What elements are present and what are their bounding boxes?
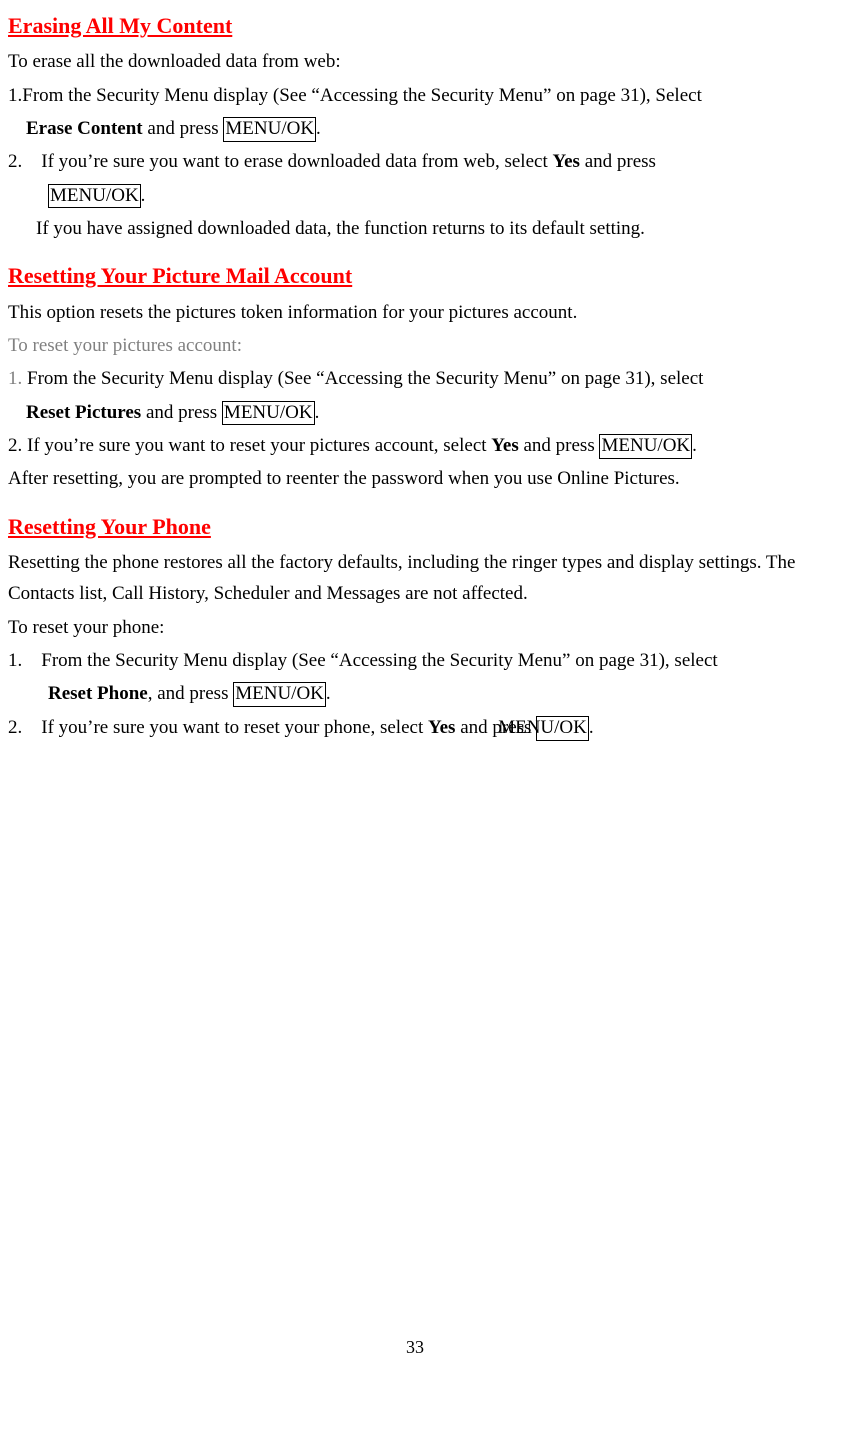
heading-erasing: Erasing All My Content: [8, 8, 822, 44]
s2-step1-c: .: [315, 402, 320, 423]
s2-step1-a: From the Security Menu display (See “Acc…: [27, 368, 703, 389]
s1-step1-c: .: [316, 118, 321, 139]
s3-step2-a: If you’re sure you want to reset your ph…: [41, 717, 428, 738]
s3-step2-c: .: [589, 717, 594, 738]
yes-bold: Yes: [491, 435, 518, 456]
s1-intro: To erase all the downloaded data from we…: [8, 46, 822, 77]
s2-step2-b: and press: [519, 435, 600, 456]
menu-ok-box: MENU/OK: [536, 716, 589, 741]
menu-ok-box: MENU/OK: [599, 434, 692, 459]
heading-reset-phone: Resetting Your Phone: [8, 509, 822, 545]
s3-step1-b: , and press: [148, 683, 233, 704]
s3-step2: 2. If you’re sure you want to reset your…: [8, 712, 822, 743]
s3-sub: To reset your phone:: [8, 612, 822, 643]
s1-step1-line2: Erase Content and press MENU/OK.: [8, 113, 822, 144]
s1-bullet: If you have assigned downloaded data, th…: [8, 213, 822, 244]
s2-step1-line1: 1. From the Security Menu display (See “…: [8, 363, 822, 394]
s3-intro: Resetting the phone restores all the fac…: [8, 547, 822, 610]
s3-step1-line2: Reset Phone, and press MENU/OK.: [8, 678, 822, 709]
s2-step2-c: .: [692, 435, 697, 456]
s3-step1-a: From the Security Menu display (See “Acc…: [41, 650, 717, 671]
s1-step2-b: and press: [580, 151, 656, 172]
reset-phone-bold: Reset Phone: [48, 683, 148, 704]
s1-step2-c: .: [141, 185, 146, 206]
s1-bullet-text: If you have assigned downloaded data, th…: [36, 218, 645, 239]
s2-step1-b: and press: [141, 402, 222, 423]
s1-step1-line1: 1.From the Security Menu display (See “A…: [8, 80, 822, 111]
reset-pictures-bold: Reset Pictures: [26, 402, 141, 423]
s2-step2-a: If you’re sure you want to reset your pi…: [27, 435, 491, 456]
s1-step2-num: 2.: [8, 151, 22, 172]
s1-step2-a: If you’re sure you want to erase downloa…: [41, 151, 552, 172]
erase-content-bold: Erase Content: [26, 118, 143, 139]
menu-ok-box: MENU/OK: [233, 682, 326, 707]
s2-after: After resetting, you are prompted to ree…: [8, 463, 822, 494]
menu-ok-box: MENU/OK: [223, 117, 316, 142]
s1-step2-line2: MENU/OK.: [8, 180, 822, 211]
s2-step2: 2. If you’re sure you want to reset your…: [8, 430, 822, 461]
s2-intro: This option resets the pictures token in…: [8, 297, 822, 328]
menu-ok-box: MENU/OK: [222, 401, 315, 426]
yes-bold: Yes: [428, 717, 455, 738]
menu-ok-box: MENU/OK: [48, 184, 141, 209]
s2-sub: To reset your pictures account:: [8, 330, 822, 361]
page-number: 33: [8, 1333, 822, 1363]
s3-step1-c: .: [326, 683, 331, 704]
yes-bold: Yes: [552, 151, 579, 172]
s2-step1-num: 1.: [8, 368, 27, 389]
s1-step1-b: and press: [143, 118, 224, 139]
s3-step1-num: 1.: [8, 650, 22, 671]
s1-step2-line1: 2. If you’re sure you want to erase down…: [8, 146, 822, 177]
s2-step2-num: 2.: [8, 435, 27, 456]
s3-step2-num: 2.: [8, 717, 22, 738]
s3-step1-line1: 1. From the Security Menu display (See “…: [8, 645, 822, 676]
s2-step1-line2: Reset Pictures and press MENU/OK.: [8, 397, 822, 428]
heading-picture-mail: Resetting Your Picture Mail Account: [8, 258, 822, 294]
